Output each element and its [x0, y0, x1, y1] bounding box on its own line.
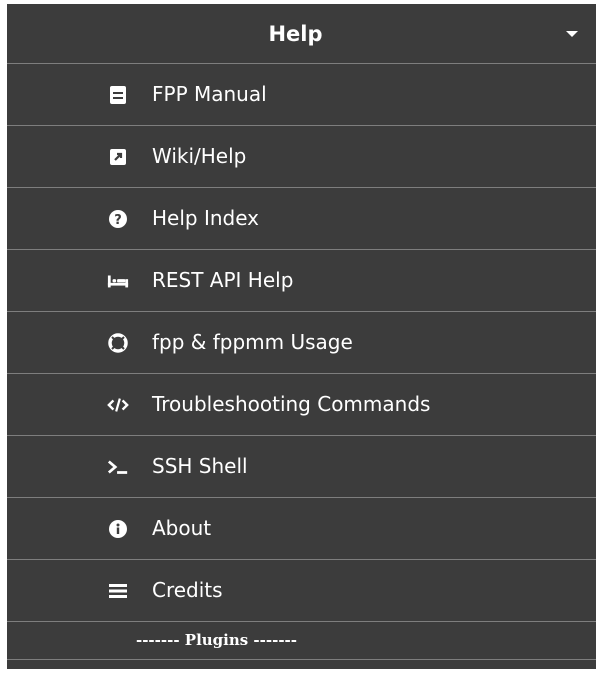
svg-text:?: ? [114, 213, 122, 228]
menu-item-label: REST API Help [152, 268, 294, 292]
book-icon [107, 84, 129, 106]
help-dropdown-menu: Help FPP Manual Wiki/Help ? Help Index R… [7, 4, 596, 669]
menu-item-label: Help Index [152, 206, 260, 230]
help-menu-header[interactable]: Help [7, 4, 596, 64]
bed-icon [107, 270, 129, 292]
menu-item-wiki-help[interactable]: Wiki/Help [7, 126, 596, 188]
menu-item-credits[interactable]: Credits [7, 560, 596, 622]
terminal-icon [107, 456, 129, 478]
menu-item-label: fpp & fppmm Usage [152, 330, 353, 354]
menu-item-about[interactable]: About [7, 498, 596, 560]
info-circle-icon [107, 518, 129, 540]
menu-item-rest-api-help[interactable]: REST API Help [7, 250, 596, 312]
menu-item-label: FPP Manual [152, 82, 267, 106]
menu-item-troubleshooting-commands[interactable]: Troubleshooting Commands [7, 374, 596, 436]
menu-item-label: SSH Shell [152, 454, 248, 478]
menu-item-label: Wiki/Help [152, 144, 247, 168]
life-ring-icon [107, 332, 129, 354]
menu-item-help-index[interactable]: ? Help Index [7, 188, 596, 250]
menu-item-fpp-usage[interactable]: fpp & fppmm Usage [7, 312, 596, 374]
bars-icon [107, 580, 129, 602]
help-menu-title: Help [268, 22, 323, 46]
plugins-section-header: ------- Plugins ------- [7, 622, 596, 660]
menu-item-fpp-manual[interactable]: FPP Manual [7, 64, 596, 126]
menu-item-label: Troubleshooting Commands [152, 392, 431, 416]
caret-down-icon[interactable] [566, 31, 578, 37]
menu-item-ssh-shell[interactable]: SSH Shell [7, 436, 596, 498]
question-circle-icon: ? [107, 208, 129, 230]
menu-item-label: About [152, 516, 212, 540]
page: Help FPP Manual Wiki/Help ? Help Index R… [0, 0, 601, 673]
external-link-icon [107, 146, 129, 168]
menu-item-label: Credits [152, 578, 223, 602]
code-icon [107, 394, 129, 416]
